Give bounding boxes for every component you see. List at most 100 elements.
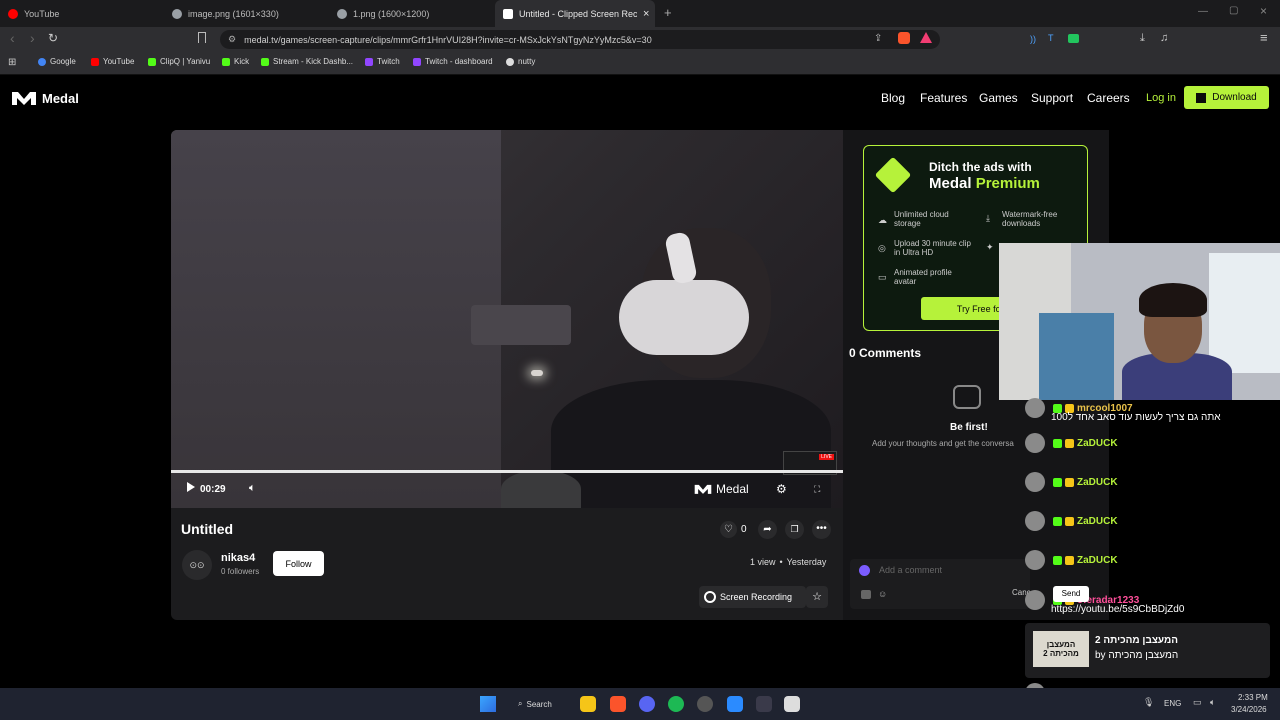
language-indicator[interactable]: ENG	[1164, 699, 1181, 708]
bookmark-nutty[interactable]: nutty	[506, 57, 535, 66]
tab-image-png[interactable]: image.png (1601×330)	[172, 0, 332, 27]
like-heart-icon[interactable]: ♡	[720, 521, 737, 538]
progress-bar[interactable]	[171, 470, 843, 473]
minimize-icon[interactable]: —	[1198, 6, 1208, 17]
medal-logo[interactable]: Medal	[11, 90, 79, 106]
tab-close-icon[interactable]: ×	[643, 8, 649, 20]
chat-username[interactable]: ZaDUCK	[1077, 555, 1118, 566]
login-link[interactable]: Log in	[1146, 92, 1176, 104]
forward-icon[interactable]: ›	[30, 30, 35, 46]
send-button[interactable]: Send	[1053, 586, 1089, 602]
globe-icon	[172, 8, 182, 19]
comment-box[interactable]: Add a comment ☺ Canc	[850, 559, 1031, 609]
chat-message: oferadar1233 https://youtu.be/5s9CbBDjZd0	[1025, 590, 1184, 615]
medal-logo-icon	[694, 484, 712, 494]
nutty-icon	[506, 57, 514, 66]
uploader-name[interactable]: nikas4	[221, 552, 255, 564]
nav-support[interactable]: Support	[1031, 91, 1073, 105]
media-icon[interactable]: ♫	[1160, 32, 1168, 44]
clipq-icon	[148, 57, 156, 66]
network-icon[interactable]: ▭	[1193, 697, 1202, 708]
clock-date[interactable]: 3/24/2026	[1231, 705, 1267, 714]
share-icon[interactable]: ➦	[758, 520, 777, 539]
window-close-icon[interactable]: ×	[1260, 4, 1267, 18]
chat-message-header: ZaDUCK	[1025, 433, 1118, 453]
tab-medal-active[interactable]: Untitled - Clipped Screen Recordi ×	[495, 0, 655, 27]
more-options-icon[interactable]: •••	[812, 520, 831, 539]
bookmark-youtube[interactable]: YouTube	[91, 57, 134, 66]
share-icon[interactable]: ⇪	[874, 33, 882, 44]
view-count: 1 view	[750, 557, 776, 567]
reload-icon[interactable]: ↻	[48, 31, 58, 45]
volume-icon[interactable]: 🔈︎	[1210, 697, 1215, 708]
spotify-icon[interactable]	[668, 696, 684, 712]
kick-icon	[222, 57, 230, 66]
bookmark-clipq[interactable]: ClipQ | Yanivu	[148, 57, 210, 66]
bookmark-kick-dashboard[interactable]: Stream - Kick Dashb...	[261, 57, 353, 66]
chat-text: https://youtu.be/5s9CbBDjZd0	[1051, 604, 1185, 615]
download-icon: ⤓	[986, 213, 990, 223]
settings-gear-icon[interactable]: ⚙	[776, 482, 787, 496]
address-bar[interactable]: ⚙ medal.tv/games/screen-capture/clips/mm…	[220, 30, 940, 49]
chat-message: ZaDUCK	[1025, 550, 1118, 570]
fullscreen-icon[interactable]: ⛶	[814, 484, 820, 495]
menu-icon[interactable]: ≡	[1260, 30, 1268, 45]
volume-icon[interactable]: 🔈︎	[249, 482, 256, 495]
nav-features[interactable]: Features	[920, 91, 967, 105]
gif-icon[interactable]	[861, 590, 871, 599]
follow-button[interactable]: Follow	[273, 551, 324, 576]
chat-username[interactable]: ZaDUCK	[1077, 516, 1118, 527]
extension-icon[interactable]: ))	[1030, 34, 1036, 44]
person-body	[551, 380, 831, 508]
comment-input[interactable]: Add a comment	[879, 565, 942, 575]
extension-icon[interactable]: T	[1048, 33, 1054, 43]
twitch-icon	[365, 57, 373, 66]
nav-careers[interactable]: Careers	[1087, 91, 1130, 105]
chat-username[interactable]: ZaDUCK	[1077, 438, 1118, 449]
bookmark-google[interactable]: Google	[38, 57, 76, 66]
taskbar-search[interactable]: ⌕ Search	[512, 694, 562, 714]
site-info-icon[interactable]: ⚙	[228, 34, 236, 45]
copy-link-icon[interactable]: ❐	[785, 520, 804, 539]
bookmark-twitch-dashboard[interactable]: Twitch - dashboard	[413, 57, 493, 66]
emoji-icon[interactable]: ☺	[878, 589, 887, 599]
obs-icon[interactable]	[697, 696, 713, 712]
brave-rewards-icon[interactable]	[920, 32, 932, 43]
now-playing-thumbnail: המעצבן מהכיתה 2	[1033, 631, 1089, 667]
tab-1-png[interactable]: 1.png (1600×1200)	[337, 0, 497, 27]
bookmark-label: Stream - Kick Dashb...	[273, 57, 354, 66]
new-tab-icon[interactable]: +	[664, 5, 672, 20]
brave-shield-icon[interactable]	[898, 32, 910, 44]
nav-games[interactable]: Games	[979, 91, 1018, 105]
apps-grid-icon[interactable]: ⊞	[8, 57, 16, 68]
comments-heading: 0 Comments	[849, 346, 922, 360]
video-player[interactable]: LIVE 00:29 🔈︎ Medal ⚙ ⛶	[171, 130, 843, 508]
brave-browser-icon[interactable]	[610, 696, 626, 712]
bookmark-kick[interactable]: Kick	[222, 57, 249, 66]
bookmark-twitch[interactable]: Twitch	[365, 57, 400, 66]
extension-icon[interactable]	[1068, 34, 1079, 43]
play-icon[interactable]	[187, 482, 195, 492]
download-icon[interactable]: ⤓	[1140, 32, 1145, 45]
file-explorer-icon[interactable]	[580, 696, 596, 712]
chat-username[interactable]: ZaDUCK	[1077, 477, 1118, 488]
mic-icon[interactable]: 🎙︎	[1143, 697, 1154, 708]
discord-icon[interactable]	[639, 696, 655, 712]
maximize-icon[interactable]: ▢	[1229, 5, 1238, 16]
windows-start-icon[interactable]	[480, 696, 496, 712]
app-icon[interactable]	[784, 696, 800, 712]
download-button[interactable]: Download	[1184, 86, 1269, 109]
app-icon[interactable]	[756, 696, 772, 712]
bookmark-label: Kick	[234, 57, 250, 66]
clock-time[interactable]: 2:33 PM	[1238, 693, 1268, 702]
kick-badge-icon	[1053, 477, 1062, 487]
app-icon[interactable]	[727, 696, 743, 712]
user-avatar[interactable]: ⊙⊙	[182, 550, 212, 580]
category-chip[interactable]: Screen Recording	[699, 586, 806, 608]
nav-blog[interactable]: Blog	[881, 91, 905, 105]
back-icon[interactable]: ‹	[10, 30, 15, 46]
tab-youtube[interactable]: YouTube	[8, 0, 168, 27]
bookmark-icon[interactable]	[198, 32, 206, 43]
browser-tab-bar: YouTube image.png (1601×330) 1.png (1600…	[0, 0, 1280, 27]
favorite-star-icon[interactable]: ☆	[806, 586, 828, 608]
